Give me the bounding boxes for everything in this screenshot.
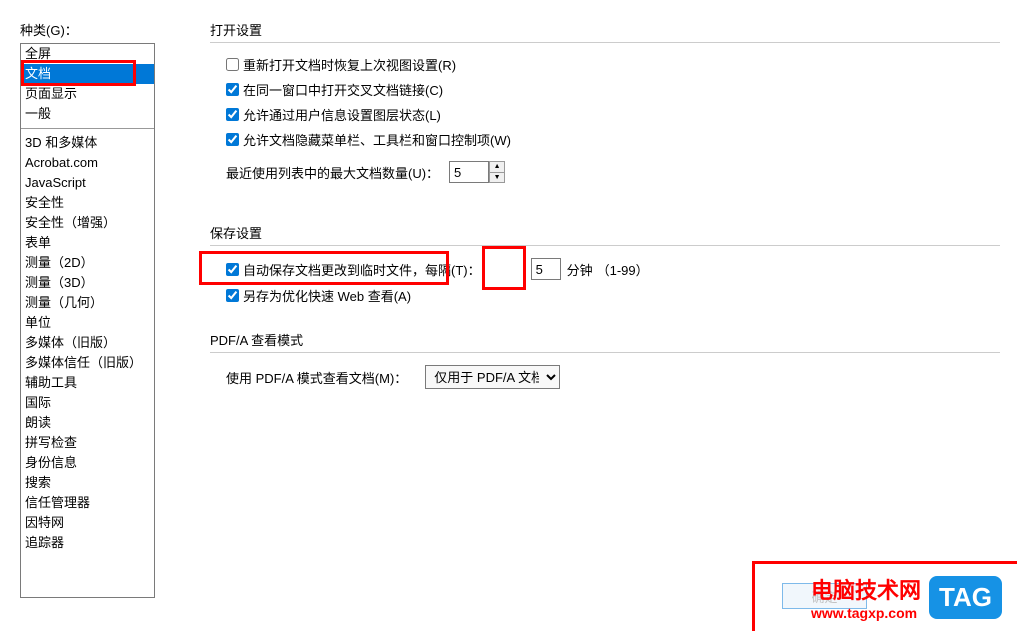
save-settings-title: 保存设置 xyxy=(210,223,1017,242)
category-item[interactable]: 因特网 xyxy=(21,513,154,533)
category-item[interactable]: Acrobat.com xyxy=(21,153,154,173)
hide-menu-input[interactable] xyxy=(226,133,239,146)
tag-badge: TAG xyxy=(929,576,1002,619)
user-layers-input[interactable] xyxy=(226,108,239,121)
category-item[interactable]: 安全性 xyxy=(21,193,154,213)
same-window-input[interactable] xyxy=(226,83,239,96)
category-item[interactable]: 页面显示 xyxy=(21,84,154,104)
reopen-restore-label: 重新打开文档时恢复上次视图设置(R) xyxy=(243,55,456,74)
same-window-label: 在同一窗口中打开交叉文档链接(C) xyxy=(243,80,443,99)
category-item[interactable]: 表单 xyxy=(21,233,154,253)
hide-menu-label: 允许文档隐藏菜单栏、工具栏和窗口控制项(W) xyxy=(243,130,511,149)
reopen-restore-checkbox[interactable]: 重新打开文档时恢复上次视图设置(R) xyxy=(226,55,456,74)
category-item[interactable]: 多媒体（旧版） xyxy=(21,333,154,353)
category-item[interactable]: 拼写检查 xyxy=(21,433,154,453)
watermark: 电脑技术网 www.tagxp.com TAG xyxy=(811,573,1002,621)
saveas-web-input[interactable] xyxy=(226,289,239,302)
category-item[interactable]: 国际 xyxy=(21,393,154,413)
category-item[interactable]: 文档 xyxy=(21,64,154,84)
category-item[interactable]: 身份信息 xyxy=(21,453,154,473)
list-separator xyxy=(21,128,154,129)
pdfa-mode-label: 使用 PDF/A 模式查看文档(M)： xyxy=(226,368,407,387)
category-item[interactable]: 多媒体信任（旧版） xyxy=(21,353,154,373)
minutes-range: （1-99） xyxy=(597,260,649,279)
pdfa-mode-select[interactable]: 仅用于 PDF/A 文档 xyxy=(425,365,560,389)
category-item[interactable]: 单位 xyxy=(21,313,154,333)
autosave-minutes-input[interactable] xyxy=(531,258,561,280)
category-group-label: 种类(G)： xyxy=(20,20,180,39)
open-settings-title: 打开设置 xyxy=(210,20,1017,39)
category-item[interactable]: 信任管理器 xyxy=(21,493,154,513)
category-item[interactable]: 安全性（增强） xyxy=(21,213,154,233)
user-layers-checkbox[interactable]: 允许通过用户信息设置图层状态(L) xyxy=(226,105,441,124)
saveas-web-checkbox[interactable]: 另存为优化快速 Web 查看(A) xyxy=(226,286,411,305)
user-layers-label: 允许通过用户信息设置图层状态(L) xyxy=(243,105,441,124)
category-item[interactable]: 测量（几何） xyxy=(21,293,154,313)
category-item[interactable]: 搜索 xyxy=(21,473,154,493)
autosave-checkbox[interactable]: 自动保存文档更改到临时文件，每隔(T)： xyxy=(226,260,481,279)
category-item[interactable]: 朗读 xyxy=(21,413,154,433)
same-window-checkbox[interactable]: 在同一窗口中打开交叉文档链接(C) xyxy=(226,80,443,99)
category-item[interactable]: 辅助工具 xyxy=(21,373,154,393)
minutes-unit: 分钟 xyxy=(567,260,593,279)
max-docs-spin-down[interactable]: ▼ xyxy=(490,173,504,183)
category-item[interactable]: JavaScript xyxy=(21,173,154,193)
category-item[interactable]: 全屏 xyxy=(21,44,154,64)
pdfa-title: PDF/A 查看模式 xyxy=(210,330,1017,349)
max-docs-input[interactable] xyxy=(449,161,489,183)
category-item[interactable]: 一般 xyxy=(21,104,154,124)
max-docs-spin-up[interactable]: ▲ xyxy=(490,162,504,173)
watermark-text: 电脑技术网 xyxy=(811,573,921,605)
category-item[interactable]: 测量（3D） xyxy=(21,273,154,293)
category-item[interactable]: 测量（2D） xyxy=(21,253,154,273)
autosave-label: 自动保存文档更改到临时文件，每隔(T)： xyxy=(243,260,481,279)
category-item[interactable]: 追踪器 xyxy=(21,533,154,553)
hide-menu-checkbox[interactable]: 允许文档隐藏菜单栏、工具栏和窗口控制项(W) xyxy=(226,130,511,149)
category-item[interactable]: 3D 和多媒体 xyxy=(21,133,154,153)
watermark-url: www.tagxp.com xyxy=(811,605,921,621)
category-listbox[interactable]: 全屏文档页面显示一般 3D 和多媒体Acrobat.comJavaScript安… xyxy=(20,43,155,598)
saveas-web-label: 另存为优化快速 Web 查看(A) xyxy=(243,286,411,305)
reopen-restore-input[interactable] xyxy=(226,58,239,71)
autosave-input[interactable] xyxy=(226,263,239,276)
max-docs-label: 最近使用列表中的最大文档数量(U)： xyxy=(226,163,439,182)
